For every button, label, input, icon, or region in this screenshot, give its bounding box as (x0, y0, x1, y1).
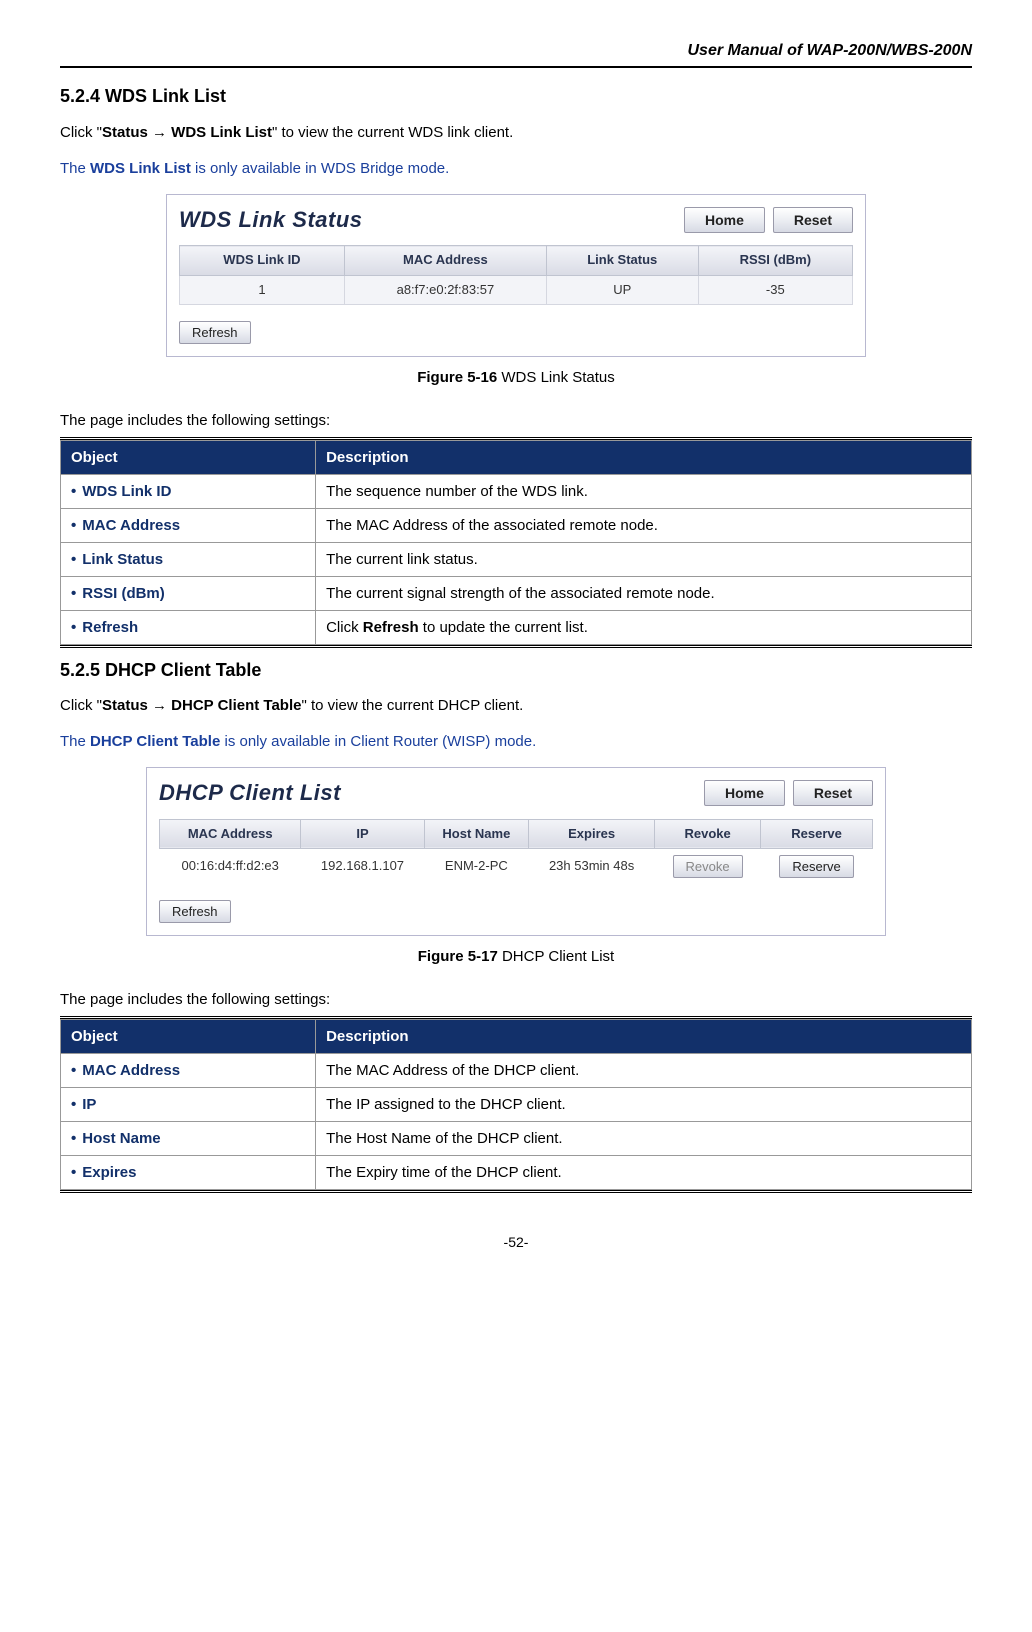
reset-button[interactable]: Reset (773, 207, 853, 233)
th-description: Description (316, 440, 972, 474)
col-wds-link-id: WDS Link ID (180, 246, 345, 275)
col-reserve: Reserve (761, 819, 873, 848)
th-object: Object (61, 440, 316, 474)
table-row: 00:16:d4:ff:d2:e3 192.168.1.107 ENM-2-PC… (160, 848, 873, 884)
col-host: Host Name (424, 819, 529, 848)
dhcp-client-list-panel: DHCP Client List Home Reset MAC Address … (146, 767, 886, 936)
reset-button[interactable]: Reset (793, 780, 873, 806)
panel-title-dhcp: DHCP Client List (159, 778, 696, 809)
cell-rssi: -35 (698, 275, 852, 304)
table-row: •Expires The Expiry time of the DHCP cli… (61, 1155, 972, 1189)
cell-ip: 192.168.1.107 (301, 848, 424, 884)
table-bottom-rule-525 (60, 1190, 972, 1193)
settings-table-525: Object Description •MAC Address The MAC … (60, 1019, 972, 1190)
wds-link-status-panel: WDS Link Status Home Reset WDS Link ID M… (166, 194, 866, 357)
panel-title-wds: WDS Link Status (179, 205, 676, 236)
table-row: •Refresh Click Refresh to update the cur… (61, 610, 972, 644)
col-rssi: RSSI (dBm) (698, 246, 852, 275)
section-heading-524: 5.2.4 WDS Link List (60, 84, 972, 109)
cell-mac: a8:f7:e0:2f:83:57 (344, 275, 546, 304)
table-row: •IP The IP assigned to the DHCP client. (61, 1087, 972, 1121)
col-mac-address: MAC Address (344, 246, 546, 275)
cell-expires: 23h 53min 48s (529, 848, 655, 884)
cell-status: UP (546, 275, 698, 304)
col-ip: IP (301, 819, 424, 848)
header-title: User Manual of WAP-200N/WBS-200N (60, 40, 972, 62)
header-rule (60, 66, 972, 68)
cell-id: 1 (180, 275, 345, 304)
mode-note-525: The DHCP Client Table is only available … (60, 731, 972, 752)
refresh-button[interactable]: Refresh (159, 900, 231, 923)
refresh-button[interactable]: Refresh (179, 321, 251, 344)
mode-note-524: The WDS Link List is only available in W… (60, 158, 972, 179)
home-button[interactable]: Home (704, 780, 785, 806)
col-expires: Expires (529, 819, 655, 848)
reserve-button[interactable]: Reserve (779, 855, 853, 878)
figure-caption-516: Figure 5-16 WDS Link Status (60, 367, 972, 388)
table-row: •MAC Address The MAC Address of the DHCP… (61, 1053, 972, 1087)
cell-host: ENM-2-PC (424, 848, 529, 884)
settings-table-524: Object Description •WDS Link ID The sequ… (60, 440, 972, 645)
cell-mac: 00:16:d4:ff:d2:e3 (160, 848, 301, 884)
section-heading-525: 5.2.5 DHCP Client Table (60, 658, 972, 683)
revoke-button[interactable]: Revoke (673, 855, 743, 878)
home-button[interactable]: Home (684, 207, 765, 233)
table-bottom-rule-524 (60, 645, 972, 648)
wds-table: WDS Link ID MAC Address Link Status RSSI… (179, 245, 853, 304)
nav-instruction-525: Click "Status → DHCP Client Table" to vi… (60, 695, 972, 716)
figure-caption-517: Figure 5-17 DHCP Client List (60, 946, 972, 967)
col-revoke: Revoke (655, 819, 761, 848)
th-description: Description (316, 1019, 972, 1053)
col-mac: MAC Address (160, 819, 301, 848)
table-row: •Host Name The Host Name of the DHCP cli… (61, 1121, 972, 1155)
th-object: Object (61, 1019, 316, 1053)
col-link-status: Link Status (546, 246, 698, 275)
page-number: -52- (60, 1233, 972, 1253)
table-row: •Link Status The current link status. (61, 542, 972, 576)
dhcp-table: MAC Address IP Host Name Expires Revoke … (159, 819, 873, 884)
table-row: 1 a8:f7:e0:2f:83:57 UP -35 (180, 275, 853, 304)
nav-instruction-524: Click "Status → WDS Link List" to view t… (60, 122, 972, 143)
settings-intro-525: The page includes the following settings… (60, 989, 972, 1010)
table-row: •MAC Address The MAC Address of the asso… (61, 508, 972, 542)
table-row: •WDS Link ID The sequence number of the … (61, 474, 972, 508)
settings-intro-524: The page includes the following settings… (60, 410, 972, 431)
table-row: •RSSI (dBm) The current signal strength … (61, 576, 972, 610)
